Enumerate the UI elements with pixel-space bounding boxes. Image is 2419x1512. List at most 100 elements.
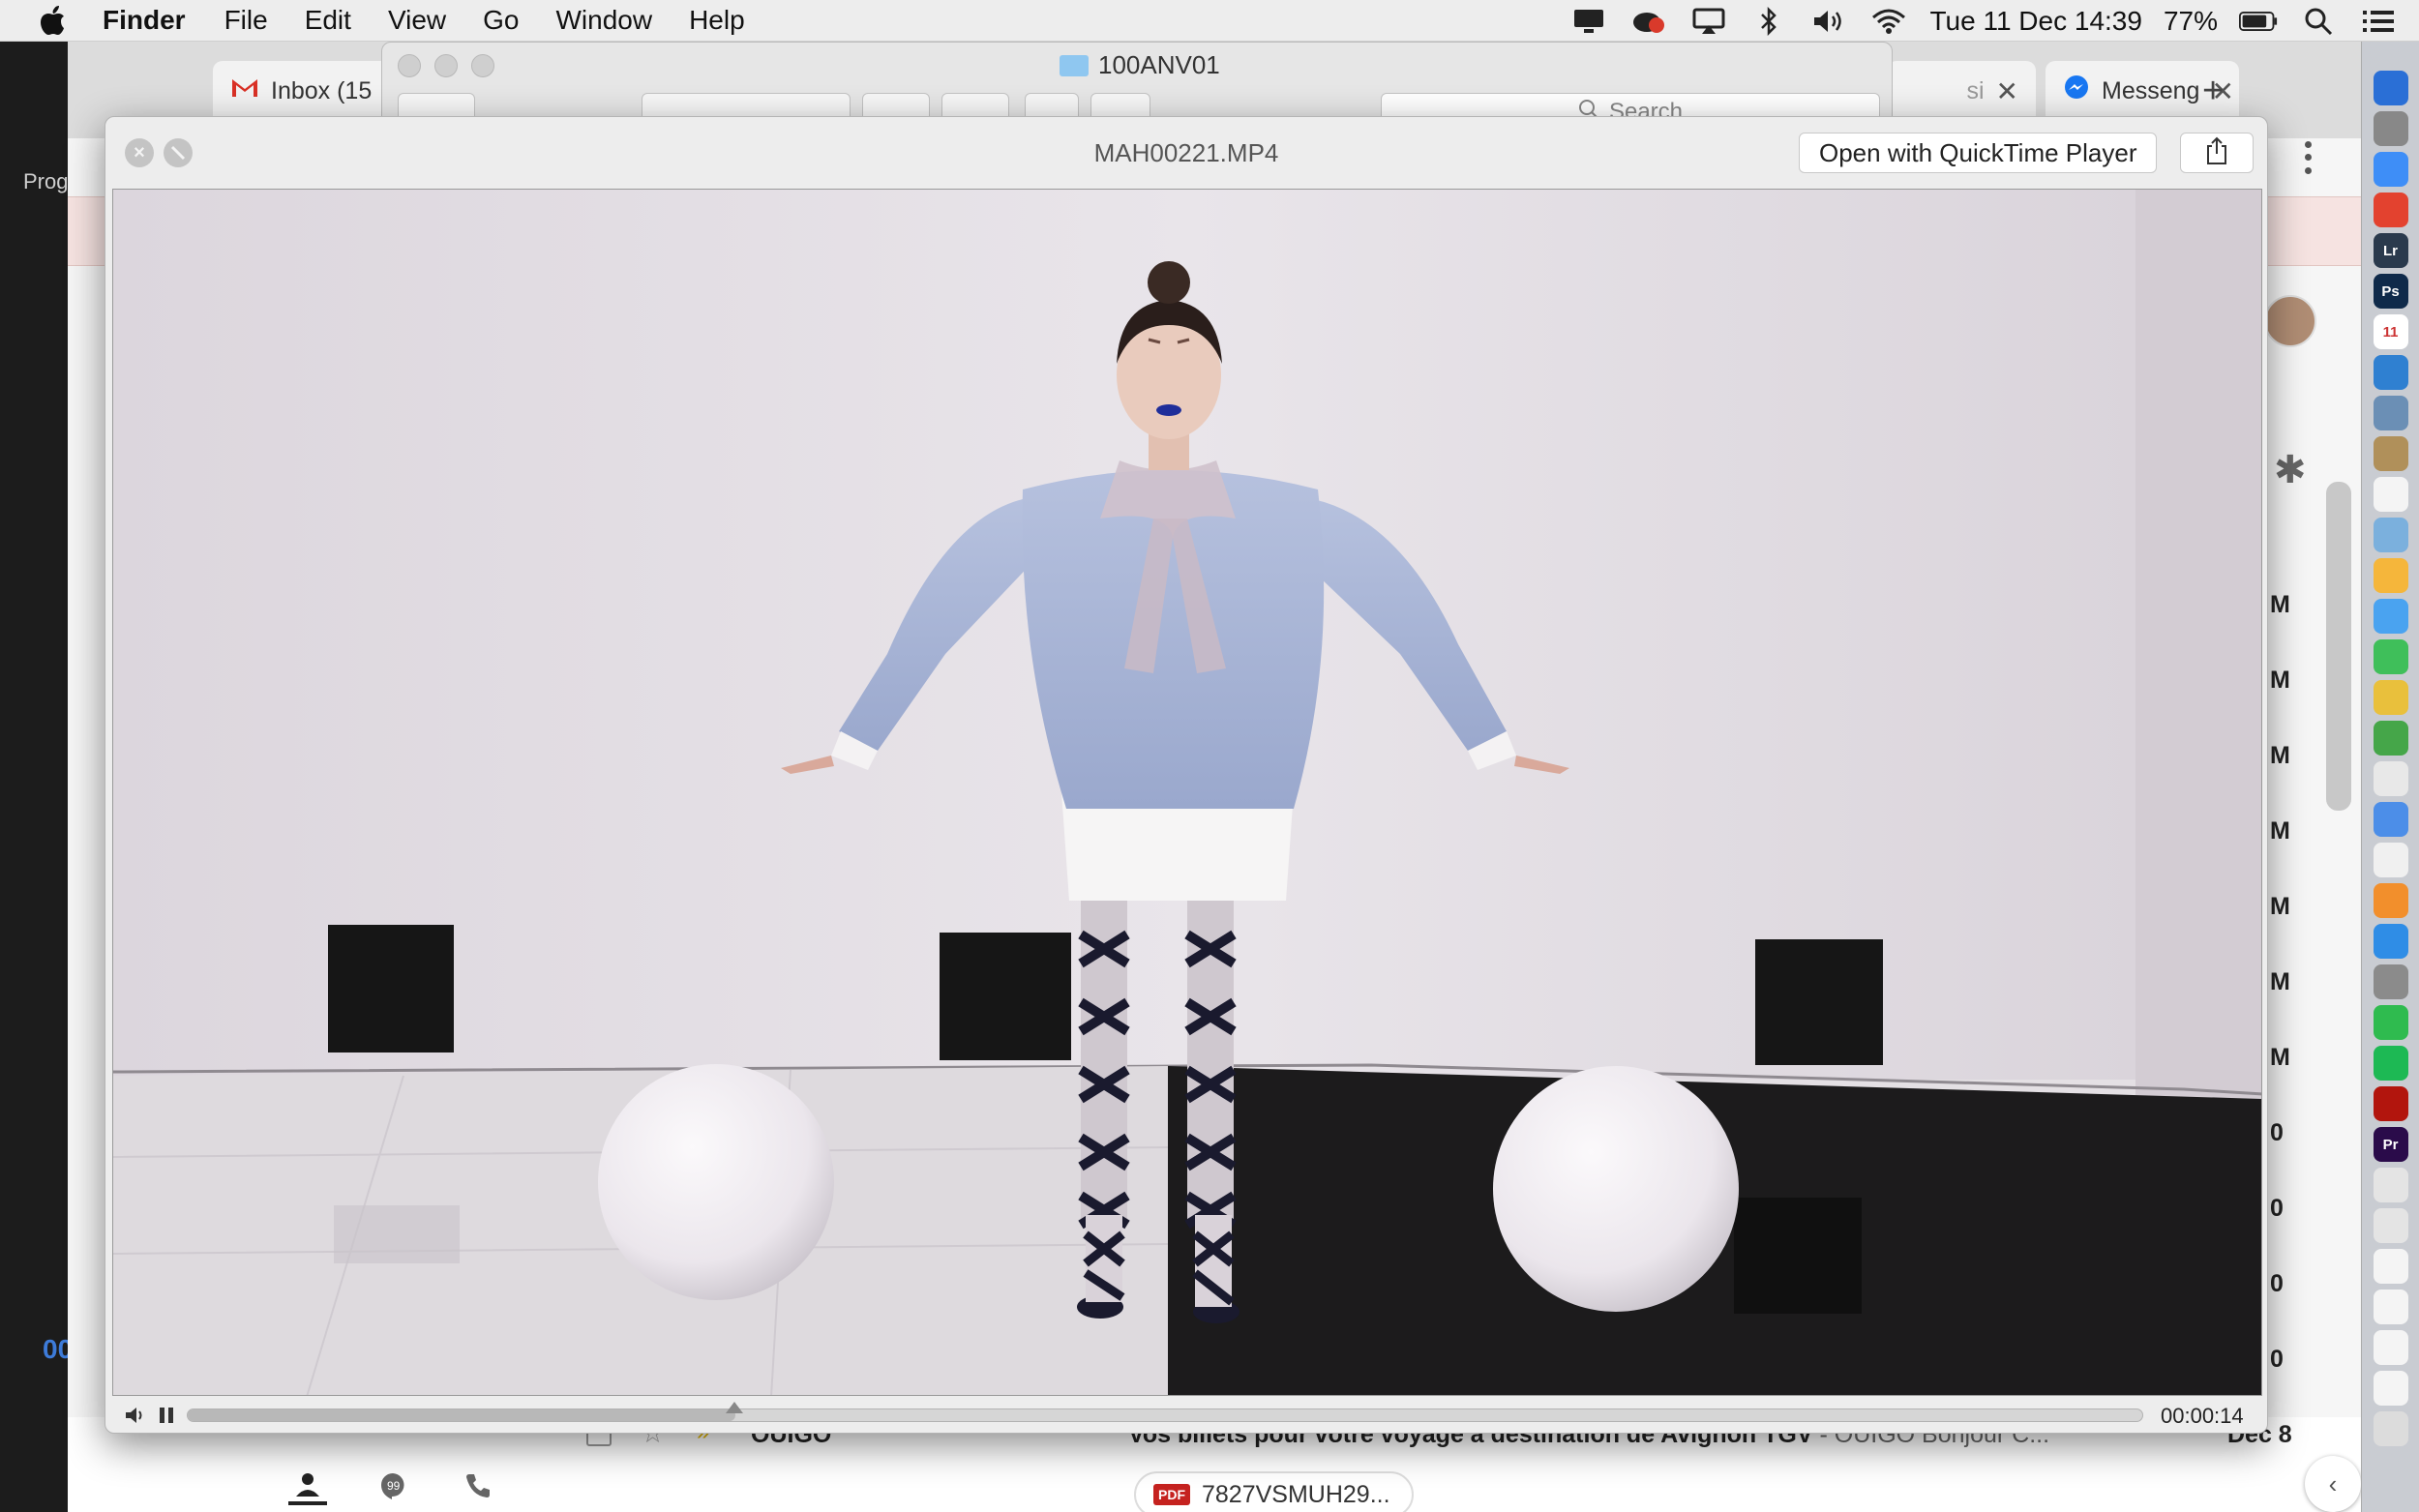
video-picture: [113, 190, 2261, 1395]
books-dock-icon[interactable]: [2373, 883, 2408, 918]
pause-icon[interactable]: [154, 1403, 179, 1428]
row-fragment: M: [2270, 667, 2290, 694]
photoshop-dock-icon[interactable]: Ps: [2373, 274, 2408, 309]
svg-text:99: 99: [387, 1479, 401, 1493]
messenger-icon: [2063, 74, 2090, 108]
finder-dock-icon[interactable]: [2373, 71, 2408, 105]
row-fragment: M: [2270, 968, 2290, 995]
notification-center-icon[interactable]: [2359, 4, 2398, 39]
tab-partial-label: si: [1966, 76, 1985, 104]
document-dock-icon[interactable]: [2373, 1208, 2408, 1243]
document-dock-icon[interactable]: [2373, 1290, 2408, 1324]
airplay-icon[interactable]: [1689, 4, 1728, 39]
row-fragment: M: [2270, 591, 2290, 618]
quicklook-header: × MAH00221.MP4 Open with QuickTime Playe…: [105, 117, 2267, 189]
zoom-window-icon[interactable]: [471, 54, 494, 77]
acrobat-dock-icon[interactable]: [2373, 1086, 2408, 1121]
scrubber-progress: [188, 1409, 735, 1421]
textedit-dock-icon[interactable]: [2373, 761, 2408, 796]
share-button[interactable]: [2180, 133, 2254, 173]
lightroom-dock-icon[interactable]: Lr: [2373, 233, 2408, 268]
menu-window[interactable]: Window: [555, 5, 652, 36]
menubar: Finder File Edit View Go Window Help Tue…: [0, 0, 2419, 42]
calendar-dock-icon[interactable]: 11: [2373, 314, 2408, 349]
apple-icon[interactable]: [35, 3, 70, 38]
document-dock-icon[interactable]: [2373, 1249, 2408, 1284]
document-dock-icon[interactable]: [2373, 1330, 2408, 1365]
stickies-dock-icon[interactable]: [2373, 477, 2408, 512]
time-readout: 00:00:14: [2161, 1404, 2244, 1428]
app-store-dock-icon[interactable]: [2373, 924, 2408, 959]
folder-icon: [1060, 54, 1089, 76]
image-capture-dock-icon[interactable]: [2373, 518, 2408, 552]
premiere-dock-icon[interactable]: Pr: [2373, 1127, 2408, 1162]
safari-dock-icon[interactable]: [2373, 152, 2408, 187]
gear-icon[interactable]: ✱: [2274, 448, 2307, 492]
menu-app-finder[interactable]: Finder: [103, 5, 186, 36]
itunes-dock-icon[interactable]: [2373, 843, 2408, 877]
video-frame[interactable]: [112, 189, 2262, 1396]
tab-messenger-label: Messeng: [2102, 76, 2200, 104]
battery-icon[interactable]: [2239, 4, 2278, 39]
trash-dock-icon[interactable]: [2373, 1411, 2408, 1446]
messages-dock-icon[interactable]: [2373, 599, 2408, 634]
photos-dock-icon[interactable]: [2373, 558, 2408, 593]
scrubber-track[interactable]: [187, 1408, 2143, 1422]
creative-cloud-icon[interactable]: [1629, 4, 1668, 39]
menu-view[interactable]: View: [388, 5, 446, 36]
row-fragment: M: [2270, 817, 2290, 845]
close-window-icon[interactable]: [398, 54, 421, 77]
share-icon: [2205, 136, 2228, 170]
row-fragment: M: [2270, 1044, 2290, 1071]
chevron-left-icon[interactable]: ‹: [2305, 1456, 2361, 1512]
minimize-window-icon[interactable]: [434, 54, 458, 77]
volume-icon[interactable]: [123, 1403, 148, 1428]
notes-dock-icon[interactable]: [2373, 436, 2408, 471]
display-icon[interactable]: [1569, 4, 1608, 39]
hangouts-icon[interactable]: 99: [373, 1467, 412, 1505]
pages-dock-icon[interactable]: [2373, 680, 2408, 715]
open-with-quicktime-button[interactable]: Open with QuickTime Player: [1799, 133, 2158, 173]
bluetooth-icon[interactable]: [1749, 4, 1788, 39]
browser-menu-icon[interactable]: [2293, 138, 2322, 177]
new-tab-icon[interactable]: +: [2202, 71, 2224, 112]
system-preferences-dock-icon[interactable]: [2373, 964, 2408, 999]
launchpad-dock-icon[interactable]: [2373, 111, 2408, 146]
row-fragment: M: [2270, 742, 2290, 769]
hangouts-bar: 99: [203, 1460, 687, 1512]
document-dock-icon[interactable]: [2373, 1371, 2408, 1406]
battery-percent[interactable]: 77%: [2164, 6, 2218, 37]
1password-dock-icon[interactable]: [2373, 355, 2408, 390]
keynote-dock-icon[interactable]: [2373, 802, 2408, 837]
panel-label: Prog: [23, 169, 69, 193]
menu-go[interactable]: Go: [483, 5, 519, 36]
attachment-name: 7827VSMUH29...: [1202, 1480, 1390, 1508]
wifi-icon[interactable]: [1869, 4, 1908, 39]
preview-dock-icon[interactable]: [2373, 396, 2408, 430]
row-fragment: 0: [2270, 1119, 2284, 1146]
phone-icon[interactable]: [459, 1467, 497, 1505]
quicklook-window: × MAH00221.MP4 Open with QuickTime Playe…: [105, 116, 2268, 1434]
document-dock-icon[interactable]: [2373, 1168, 2408, 1202]
chrome-dock-icon[interactable]: [2373, 193, 2408, 227]
close-tab-icon[interactable]: ✕: [1996, 75, 2018, 107]
facetime-dock-icon[interactable]: [2373, 639, 2408, 674]
menu-file[interactable]: File: [224, 5, 268, 36]
menu-help[interactable]: Help: [689, 5, 745, 36]
finder-title: 100ANV01: [1060, 50, 1220, 80]
page-scrollbar[interactable]: [2326, 482, 2351, 811]
clock[interactable]: Tue 11 Dec 14:39: [1929, 6, 2141, 37]
numbers-dock-icon[interactable]: [2373, 721, 2408, 756]
playhead-marker[interactable]: [726, 1402, 744, 1413]
attachment-chip[interactable]: PDF 7827VSMUH29...: [1134, 1471, 1414, 1512]
finder-title-text: 100ANV01: [1098, 50, 1220, 79]
tab-inbox-label: Inbox (15: [271, 76, 373, 104]
whatsapp-dock-icon[interactable]: [2373, 1005, 2408, 1040]
volume-icon[interactable]: [1809, 4, 1848, 39]
tab-partial[interactable]: si ✕: [1887, 61, 2036, 121]
spotlight-search-icon[interactable]: [2299, 4, 2338, 39]
contacts-icon[interactable]: [288, 1467, 327, 1505]
spotify-dock-icon[interactable]: [2373, 1046, 2408, 1081]
account-avatar[interactable]: [2264, 295, 2316, 347]
menu-edit[interactable]: Edit: [305, 5, 351, 36]
